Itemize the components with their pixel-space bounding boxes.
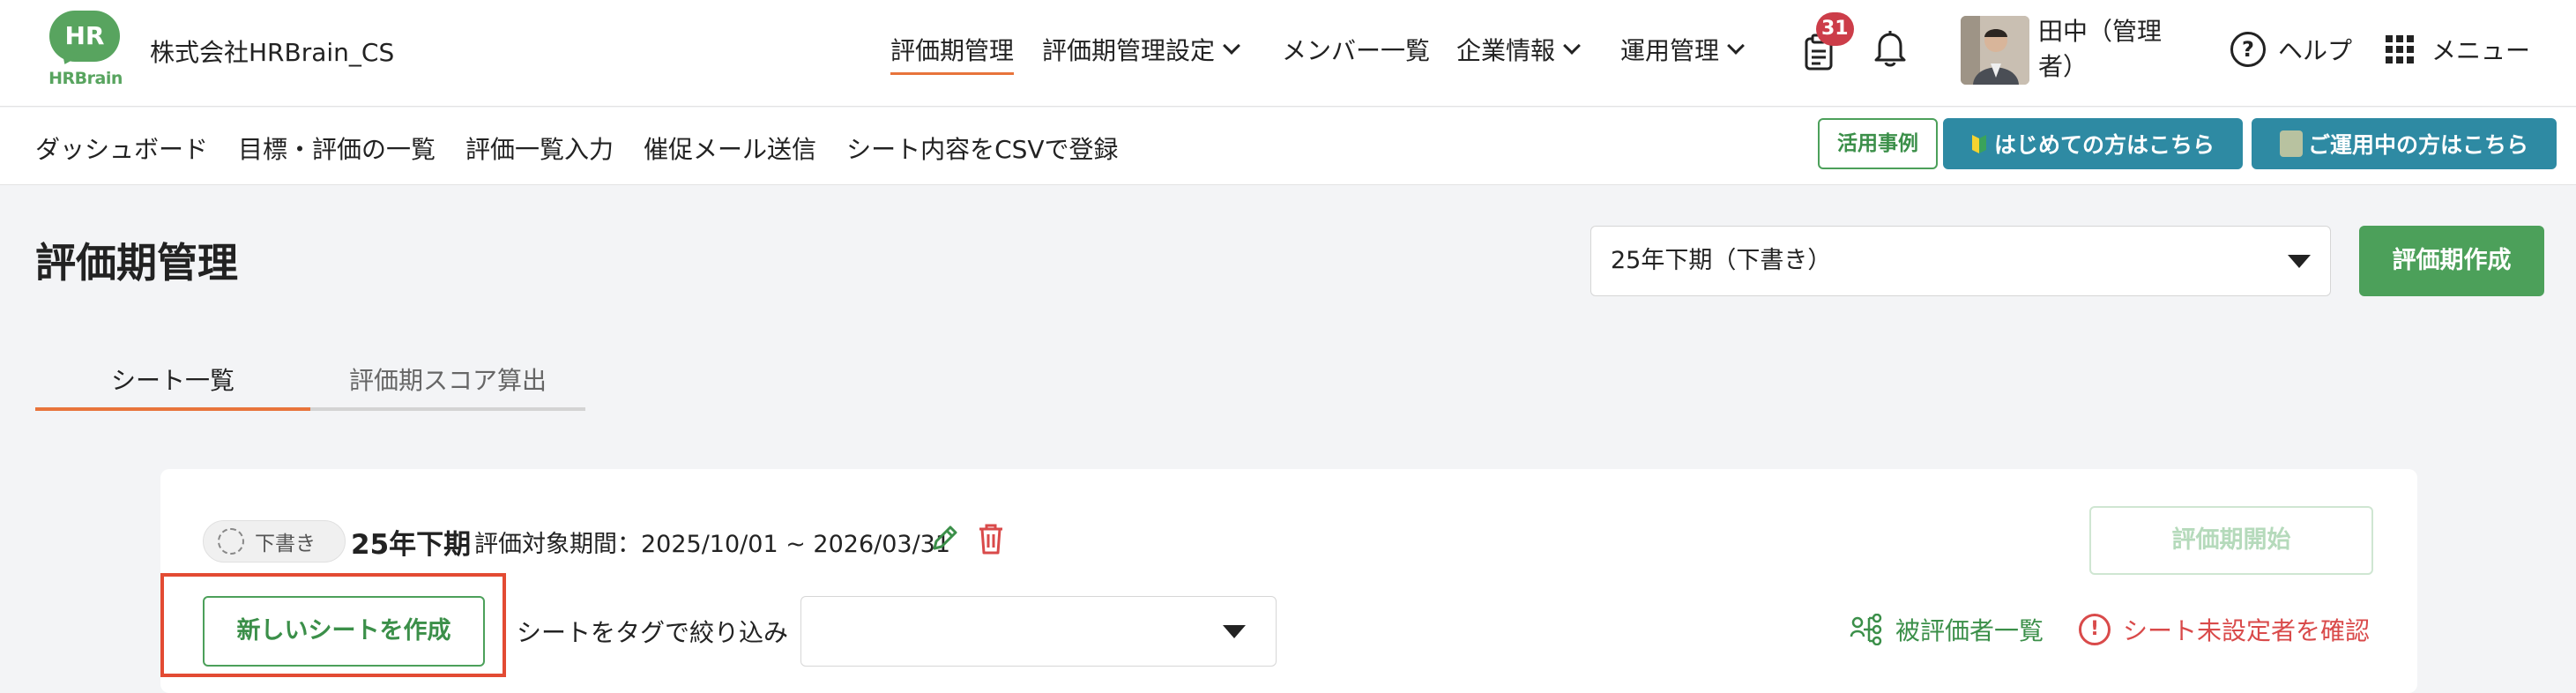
tabs: シート一覧 評価期スコア算出	[35, 346, 585, 411]
top-header: HR HRBrain 株式会社HRBrain_CS 評価期管理 評価期管理設定 …	[0, 0, 2576, 107]
create-new-sheet-button[interactable]: 新しいシートを作成	[203, 596, 485, 667]
hrbrain-logo[interactable]: HR HRBrain	[46, 11, 125, 88]
user-name[interactable]: 田中（管理者）	[2038, 14, 2179, 85]
tab-sheet-list[interactable]: シート一覧	[35, 346, 310, 411]
menu-button[interactable]: メニュー	[2386, 32, 2530, 67]
help-label: ヘルプ	[2278, 36, 2353, 65]
subnav-item-reminder-mail[interactable]: 催促メール送信	[644, 130, 816, 166]
notification-count-badge: 31	[1816, 12, 1854, 46]
unset-sheet-check-label: シート未設定者を確認	[2123, 616, 2371, 645]
period-select[interactable]: 25年下期（下書き）	[1590, 226, 2331, 296]
logo-brand-text: HRBrain	[48, 69, 123, 88]
status-label: 下書き	[255, 533, 316, 555]
use-cases-button[interactable]: 活用事例	[1818, 118, 1938, 169]
subnav-items: ダッシュボード 目標・評価の一覧 評価一覧入力 催促メール送信 シート内容をCS…	[35, 130, 1149, 166]
status-badge: 下書き	[203, 520, 346, 563]
beginner-mark-icon	[1971, 135, 1986, 153]
nav-evaluation-settings[interactable]: 評価期管理設定	[1042, 32, 1240, 67]
help-icon: ?	[2230, 32, 2266, 67]
chevron-down-icon	[1223, 37, 1240, 55]
nav-member-list-label: メンバー一覧	[1282, 36, 1431, 65]
menu-label: メニュー	[2431, 36, 2531, 65]
nav-operation-label: 運用管理	[1620, 36, 1720, 65]
period-name: 25年下期	[351, 529, 472, 561]
org-chart-icon	[1850, 614, 1882, 645]
start-period-button[interactable]: 評価期開始	[2089, 506, 2373, 575]
subnav-item-csv-import[interactable]: シート内容をCSVで登録	[846, 130, 1118, 166]
subnav-item-bulk-evaluation-input[interactable]: 評価一覧入力	[465, 130, 614, 166]
create-period-button[interactable]: 評価期作成	[2359, 226, 2544, 296]
evaluatee-list-label: 被評価者一覧	[1895, 616, 2044, 645]
period-select-value: 25年下期（下書き）	[1611, 247, 1832, 274]
sub-navigation: ダッシュボード 目標・評価の一覧 評価一覧入力 催促メール送信 シート内容をCS…	[0, 108, 2576, 185]
chevron-down-icon	[1727, 37, 1745, 55]
nav-evaluation-period-label: 評価期管理	[890, 32, 1015, 75]
in-use-guide-button[interactable]: ご運用中の方はこちら	[2252, 118, 2557, 169]
trash-icon[interactable]	[977, 522, 1005, 555]
nav-company-info[interactable]: 企業情報	[1456, 32, 1581, 67]
tab-period-score[interactable]: 評価期スコア算出	[310, 361, 585, 397]
tag-filter-label: シートをタグで絞り込み	[517, 618, 789, 647]
nav-company-info-label: 企業情報	[1456, 36, 1556, 65]
pencil-edit-icon[interactable]	[929, 522, 961, 554]
warning-icon: !	[2079, 614, 2111, 645]
help-button[interactable]: ? ヘルプ	[2230, 32, 2352, 67]
nav-evaluation-period[interactable]: 評価期管理	[890, 32, 1015, 75]
tag-filter-select[interactable]	[800, 596, 1277, 667]
first-time-guide-button[interactable]: はじめての方はこちら	[1943, 118, 2243, 169]
user-avatar[interactable]	[1961, 16, 2029, 85]
avatar-photo	[1961, 16, 2029, 85]
draft-status-icon	[218, 528, 244, 555]
subnav-item-goal-evaluation-list[interactable]: 目標・評価の一覧	[238, 130, 436, 166]
nav-evaluation-settings-label: 評価期管理設定	[1042, 36, 1216, 65]
nav-operation[interactable]: 運用管理	[1620, 32, 1745, 67]
nav-member-list[interactable]: メンバー一覧	[1282, 32, 1430, 67]
in-use-guide-label: ご運用中の方はこちら	[2307, 132, 2528, 158]
unset-sheet-check-link[interactable]: ! シート未設定者を確認	[2079, 612, 2370, 647]
subnav-item-dashboard[interactable]: ダッシュボード	[35, 130, 208, 166]
bell-icon[interactable]	[1871, 28, 1910, 69]
period-range: 評価対象期間：2025/10/01 ~ 2026/03/31	[474, 531, 951, 558]
chevron-down-icon	[1563, 37, 1581, 55]
period-card: 下書き 25年下期 評価対象期間：2025/10/01 ~ 2026/03/31…	[160, 469, 2417, 693]
caret-down-icon	[1223, 625, 1246, 638]
person-icon	[2279, 130, 2303, 157]
first-time-guide-label: はじめての方はこちら	[1993, 132, 2215, 158]
evaluatee-list-link[interactable]: 被評価者一覧	[1850, 612, 2044, 647]
caret-down-icon	[2288, 255, 2311, 268]
company-name: 株式会社HRBrain_CS	[150, 38, 395, 67]
page-title: 評価期管理	[35, 239, 238, 287]
grid-menu-icon	[2386, 35, 2414, 63]
